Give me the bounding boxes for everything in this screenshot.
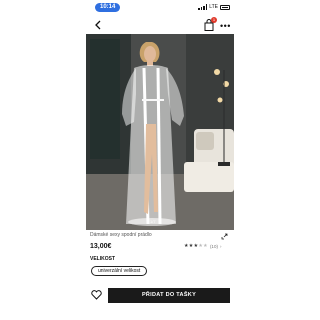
nav-bar: 1 •••	[86, 16, 234, 34]
battery-icon	[220, 4, 230, 10]
signal-icon	[198, 4, 208, 10]
carousel-indicator: 1/7	[150, 219, 156, 224]
rating-arrow: ›	[219, 243, 222, 249]
size-option-chip[interactable]: univerzální velikost	[91, 266, 148, 276]
status-bar: 10:14 LTE	[86, 2, 234, 14]
status-time: 10:14	[95, 3, 121, 12]
add-to-bag-button[interactable]: PŘIDAT DO TAŠKY	[108, 288, 230, 303]
rating-count: (10)	[209, 243, 218, 249]
product-image[interactable]	[86, 34, 234, 230]
heart-icon[interactable]	[91, 290, 102, 300]
size-label: VELIKOST	[90, 256, 116, 262]
back-icon[interactable]	[92, 19, 104, 31]
star-icon: ★★★★★	[184, 243, 208, 249]
more-icon[interactable]: •••	[220, 22, 231, 31]
status-indicators: LTE	[198, 4, 230, 10]
cart-badge: 1	[211, 17, 217, 23]
network-label: LTE	[209, 4, 218, 10]
product-title: Dámské sexy spodní prádlo	[90, 232, 152, 238]
expand-icon[interactable]	[221, 233, 228, 240]
product-photo	[86, 34, 234, 230]
product-price: 13,00€	[90, 243, 112, 250]
rating[interactable]: ★★★★★ (10) ›	[184, 243, 221, 249]
